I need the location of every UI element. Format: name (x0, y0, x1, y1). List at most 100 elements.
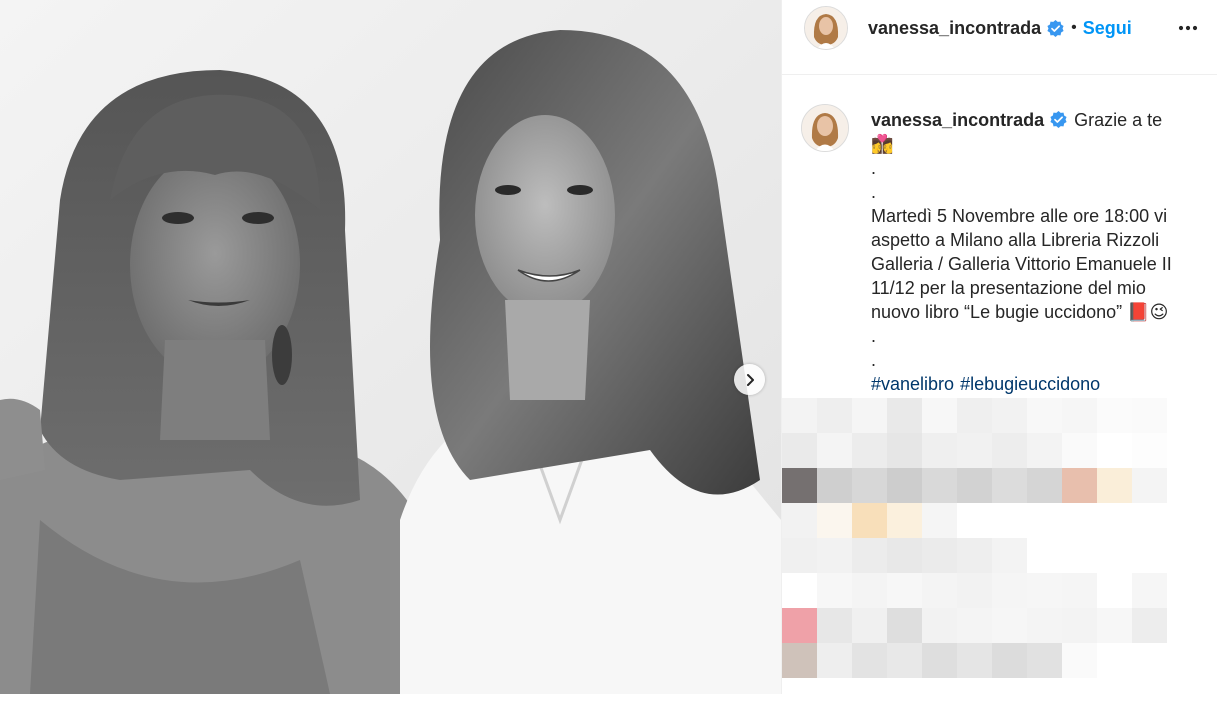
pixel-block (1062, 433, 1097, 468)
pixel-block (957, 433, 992, 468)
caption-username[interactable]: vanessa_incontrada (871, 110, 1044, 130)
pixel-block (782, 573, 817, 608)
pixel-block (852, 608, 887, 643)
pixel-block (852, 398, 887, 433)
caption-body-last-line: nuovo libro “Le bugie uccidono” 📕😉 (871, 300, 1211, 324)
pixel-block (1062, 678, 1097, 713)
pixel-block (1132, 573, 1167, 608)
pixel-block (817, 678, 852, 713)
pixel-block (782, 433, 817, 468)
pixel-block (957, 503, 992, 538)
pixel-block (887, 573, 922, 608)
header-user-line: vanessa_incontrada • Segui (868, 16, 1132, 40)
pixel-block (782, 398, 817, 433)
pixel-block (992, 573, 1027, 608)
pixel-block (1027, 573, 1062, 608)
pixel-block (1097, 678, 1132, 713)
pixel-block (817, 608, 852, 643)
pixel-block (1097, 538, 1132, 573)
pixel-block (992, 468, 1027, 503)
next-photo-button[interactable] (734, 364, 765, 395)
caption-body-line: Galleria / Galleria Vittorio Emanuele II (871, 254, 1172, 274)
pixel-block (782, 503, 817, 538)
pixel-block (1167, 608, 1202, 643)
pixel-block (922, 678, 957, 713)
caption-dot: . (871, 158, 877, 178)
pixelated-comments (782, 398, 1217, 713)
pixel-block (782, 538, 817, 573)
pixel-block (1097, 433, 1132, 468)
pixel-block (1062, 608, 1097, 643)
pixel-block (922, 643, 957, 678)
pixel-block (1167, 643, 1202, 678)
pixel-block (957, 678, 992, 713)
pixel-block (1062, 468, 1097, 503)
pixel-block (1027, 608, 1062, 643)
pixel-block (957, 643, 992, 678)
book-wink-emoji-icon: 📕😉 (1127, 302, 1169, 322)
caption-dot: . (871, 182, 877, 202)
pixel-block (992, 398, 1027, 433)
chevron-right-icon (746, 373, 754, 386)
avatar[interactable] (804, 6, 848, 50)
pixel-block (922, 398, 957, 433)
pixel-block (922, 573, 957, 608)
pixel-block (922, 538, 957, 573)
more-options-button[interactable] (1176, 16, 1200, 40)
pixel-block (957, 398, 992, 433)
pixel-block (852, 433, 887, 468)
pixel-block (1167, 678, 1202, 713)
pixel-block (887, 678, 922, 713)
follow-button[interactable]: Segui (1083, 18, 1132, 39)
pixel-block (922, 433, 957, 468)
caption-avatar[interactable] (801, 104, 849, 152)
pixel-block (852, 643, 887, 678)
more-options-icon (1178, 25, 1198, 31)
pixel-block (852, 678, 887, 713)
pixel-block (782, 643, 817, 678)
pixel-block (782, 678, 817, 713)
pixel-block (1132, 608, 1167, 643)
pixel-block (992, 433, 1027, 468)
hashtag-link[interactable]: #vanelibro (871, 374, 954, 394)
pixel-block (817, 433, 852, 468)
pixel-block (887, 398, 922, 433)
pixel-block (1097, 573, 1132, 608)
pixel-block (1027, 503, 1062, 538)
pixel-block (922, 468, 957, 503)
pixel-block (817, 538, 852, 573)
photo-image (0, 0, 781, 694)
pixel-block (1132, 678, 1167, 713)
pixel-block (1097, 643, 1132, 678)
pixel-block (817, 468, 852, 503)
header-username[interactable]: vanessa_incontrada (868, 18, 1041, 39)
caption-body-line: Martedì 5 Novembre alle ore 18:00 vi (871, 206, 1168, 226)
pixel-block (887, 468, 922, 503)
pixel-block (1097, 608, 1132, 643)
header-separator: • (1071, 19, 1077, 36)
pixel-block (1062, 398, 1097, 433)
pixel-block (1132, 433, 1167, 468)
pixel-block (817, 643, 852, 678)
pixel-block (1097, 398, 1132, 433)
post-photo[interactable] (0, 0, 781, 694)
pixel-block (817, 398, 852, 433)
kiss-emoji-icon: 👩‍❤️‍💋‍👩 (871, 134, 894, 154)
caption-hashtags: #vanelibro #lebugieuccidono (871, 372, 1211, 396)
verified-badge-icon (1050, 110, 1067, 129)
pixel-block (1097, 503, 1132, 538)
hashtag-link[interactable]: #lebugieuccidono (960, 374, 1100, 394)
pixel-block (1027, 538, 1062, 573)
pixel-block (1132, 503, 1167, 538)
caption-emoji-line: 👩‍❤️‍💋‍👩 (871, 132, 1211, 156)
post-header: vanessa_incontrada • Segui (782, 0, 1217, 75)
pixel-block (1167, 538, 1202, 573)
pixel-block (1027, 678, 1062, 713)
pixel-block (1167, 398, 1202, 433)
caption-dot: . (871, 350, 877, 370)
pixel-block (887, 608, 922, 643)
pixel-block (1062, 503, 1097, 538)
pixel-block (817, 573, 852, 608)
pixel-block (1167, 433, 1202, 468)
pixel-block (1097, 468, 1132, 503)
